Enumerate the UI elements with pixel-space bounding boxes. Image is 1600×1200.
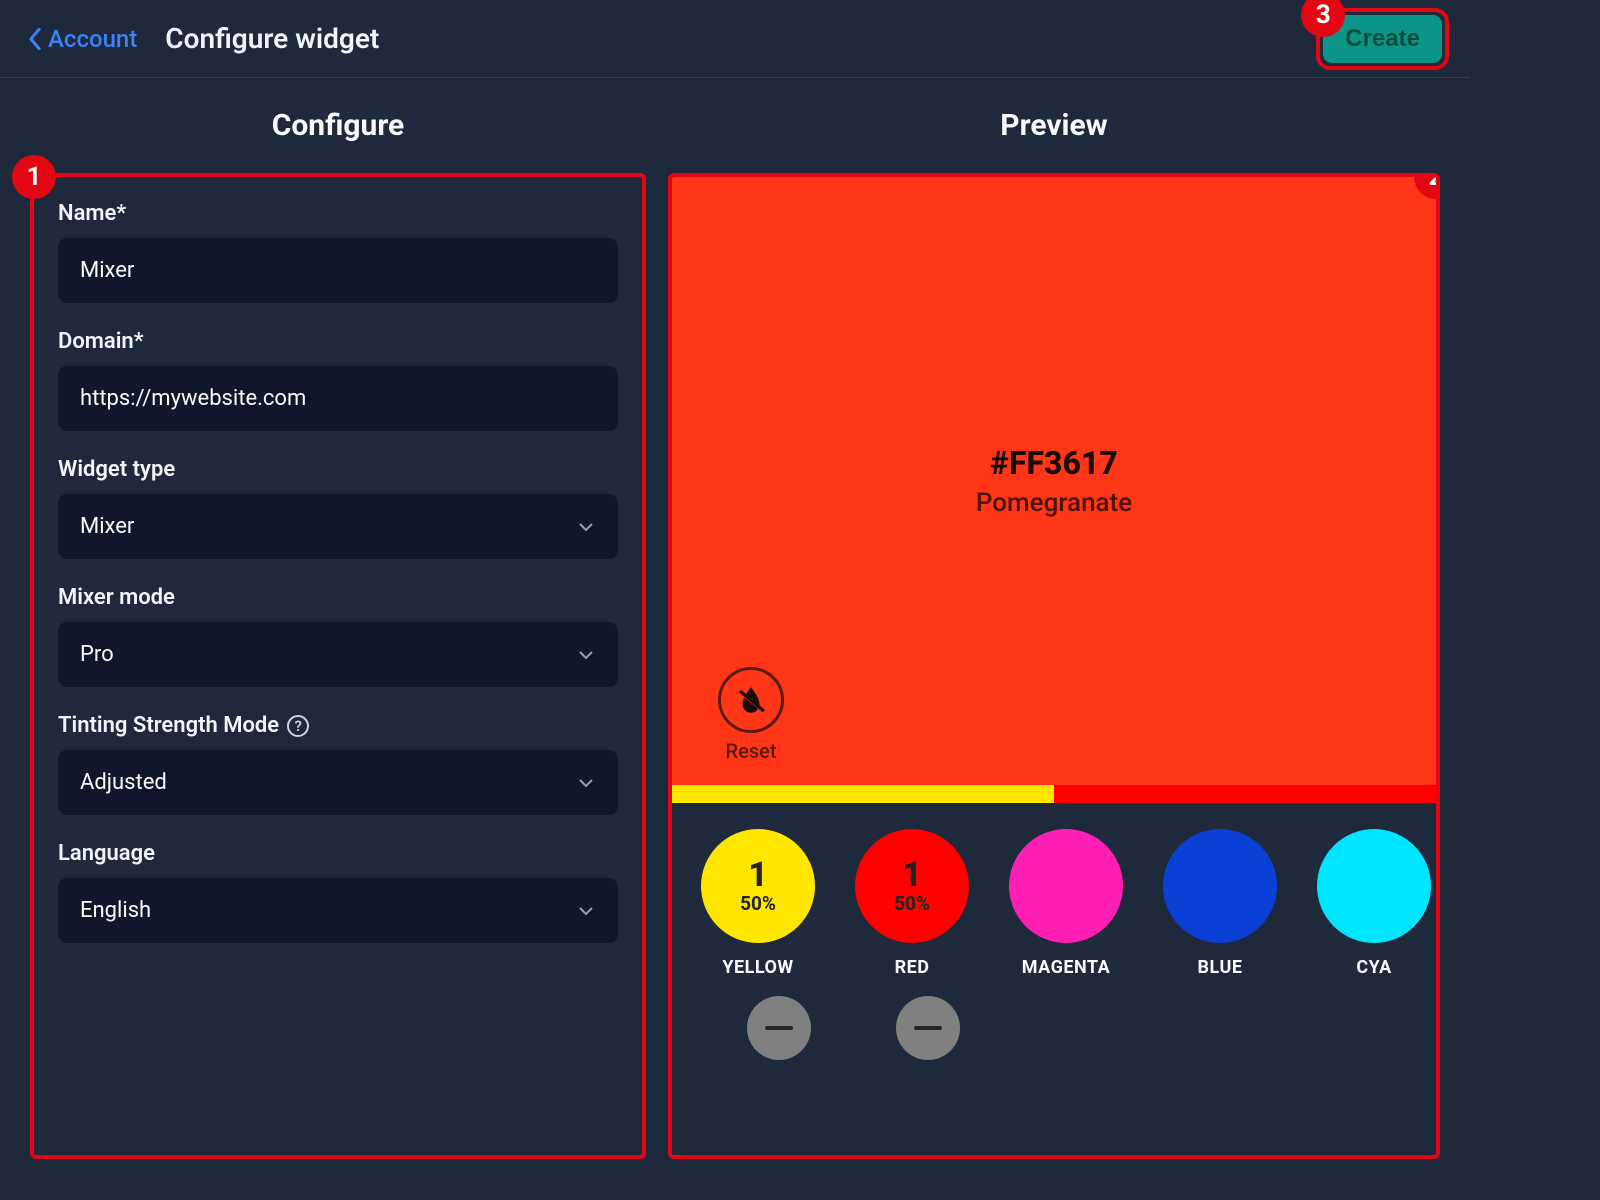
- tint-mode-label: Tinting Strength Mode ?: [58, 713, 618, 738]
- minus-icon: [914, 1026, 942, 1030]
- widget-type-label: Widget type: [58, 457, 618, 482]
- swatch-label: CYA: [1356, 957, 1391, 978]
- swatch-percent: 50%: [740, 892, 776, 915]
- domain-label: Domain*: [58, 329, 618, 354]
- mixer-mode-label: Mixer mode: [58, 585, 618, 610]
- mixer-mode-value: Pro: [80, 642, 114, 667]
- preview-color-name: Pomegranate: [976, 488, 1132, 518]
- swatch-circle-cya[interactable]: [1317, 829, 1431, 943]
- swatch-circle-magenta[interactable]: [1009, 829, 1123, 943]
- chevron-down-icon: [576, 517, 596, 537]
- swatch-circle-yellow[interactable]: 150%: [701, 829, 815, 943]
- chevron-down-icon: [576, 901, 596, 921]
- back-label: Account: [48, 25, 137, 53]
- page-title: Configure widget: [165, 22, 379, 55]
- swatch-label: YELLOW: [722, 957, 793, 978]
- language-label: Language: [58, 841, 618, 866]
- swatch-label: BLUE: [1198, 957, 1243, 978]
- mix-segment-yellow: [672, 785, 1054, 803]
- domain-input[interactable]: [58, 366, 618, 431]
- chevron-left-icon: [28, 28, 42, 50]
- preview-hero: #FF3617 Pomegranate Reset: [672, 177, 1436, 785]
- swatch-count: 1: [902, 858, 922, 892]
- minus-icon: [765, 1026, 793, 1030]
- swatch-label: RED: [895, 957, 930, 978]
- swatch-circle-red[interactable]: 150%: [855, 829, 969, 943]
- back-to-account-link[interactable]: Account: [28, 25, 137, 53]
- decrement-yellow-button[interactable]: [747, 996, 811, 1060]
- widget-type-select[interactable]: Mixer: [58, 494, 618, 559]
- swatch-count: 1: [748, 858, 768, 892]
- language-select[interactable]: English: [58, 878, 618, 943]
- configure-panel: 1 Name* Domain* Widget type Mixer: [30, 173, 646, 1159]
- annotation-badge-1: 1: [12, 155, 56, 199]
- mix-ratio-bar: [672, 785, 1436, 803]
- swatch-label: MAGENTA: [1022, 957, 1111, 978]
- tint-mode-value: Adjusted: [80, 770, 167, 795]
- swatch-strip[interactable]: 150%YELLOW150%REDMAGENTABLUECYA: [672, 803, 1436, 978]
- swatch-magenta: MAGENTA: [1004, 829, 1128, 978]
- swatch-circle-blue[interactable]: [1163, 829, 1277, 943]
- tint-mode-label-text: Tinting Strength Mode: [58, 713, 279, 738]
- preview-heading: Preview: [668, 108, 1440, 143]
- language-value: English: [80, 898, 151, 923]
- mixer-mode-select[interactable]: Pro: [58, 622, 618, 687]
- swatch-cya: CYA: [1312, 829, 1436, 978]
- chevron-down-icon: [576, 773, 596, 793]
- decrement-red-button[interactable]: [896, 996, 960, 1060]
- swatch-percent: 50%: [894, 892, 930, 915]
- reset-label: Reset: [726, 739, 777, 763]
- help-icon[interactable]: ?: [287, 715, 309, 737]
- reset-button[interactable]: Reset: [718, 667, 784, 763]
- swatch-yellow: 150% YELLOW: [696, 829, 820, 978]
- droplet-off-icon: [734, 683, 768, 717]
- preview-panel: 2 #FF3617 Pomegranate: [668, 173, 1440, 1159]
- widget-type-value: Mixer: [80, 514, 134, 539]
- name-input[interactable]: [58, 238, 618, 303]
- swatch-blue: BLUE: [1158, 829, 1282, 978]
- name-label: Name*: [58, 201, 618, 226]
- mix-segment-red: [1054, 785, 1436, 803]
- swatch-red: 150% RED: [850, 829, 974, 978]
- configure-heading: Configure: [30, 108, 646, 143]
- preview-hex: #FF3617: [990, 444, 1118, 482]
- chevron-down-icon: [576, 645, 596, 665]
- tint-mode-select[interactable]: Adjusted: [58, 750, 618, 815]
